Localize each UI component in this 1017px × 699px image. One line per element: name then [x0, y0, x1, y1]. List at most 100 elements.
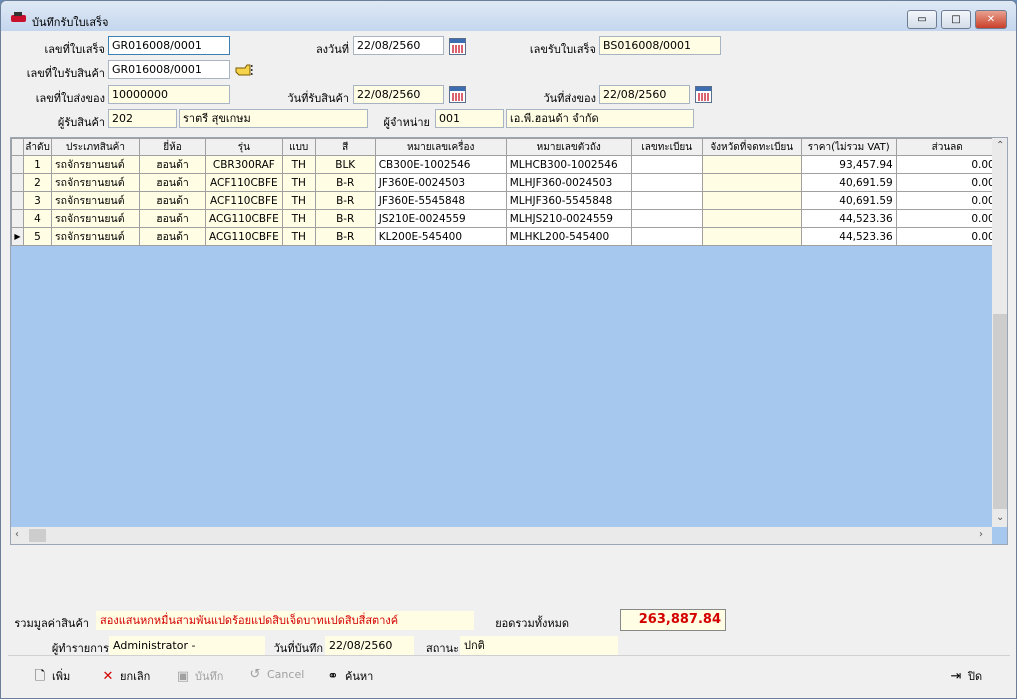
- cell-engine[interactable]: JS210E-0024559: [374, 209, 507, 228]
- calendar-icon[interactable]: [449, 38, 466, 55]
- cell-price[interactable]: 93,457.94: [800, 155, 897, 174]
- cell-type[interactable]: รถจักรยานยนต์: [51, 155, 140, 174]
- header-no[interactable]: ลำดับ: [23, 138, 52, 156]
- cell-plate[interactable]: [630, 227, 703, 246]
- cell-plate[interactable]: [630, 173, 703, 192]
- cell-model[interactable]: CBR300RAF: [205, 155, 283, 174]
- cell-province[interactable]: [701, 227, 802, 246]
- cell-style[interactable]: TH: [281, 209, 316, 228]
- cell-type[interactable]: รถจักรยานยนต์: [51, 191, 140, 210]
- goods-recv-no-field[interactable]: GR016008/0001: [108, 60, 230, 79]
- cell-plate[interactable]: [630, 155, 703, 174]
- cell-no[interactable]: 2: [23, 173, 52, 192]
- header-color[interactable]: สี: [314, 138, 376, 156]
- table-row[interactable]: 1 รถจักรยานยนต์ ฮอนด้า CBR300RAF TH BLK …: [11, 155, 999, 174]
- cancel-button[interactable]: ↺ Cancel: [247, 667, 305, 682]
- header-plate[interactable]: เลขทะเบียน: [630, 138, 703, 156]
- cell-province[interactable]: [701, 173, 802, 192]
- date-field[interactable]: 22/08/2560: [353, 36, 444, 55]
- cell-plate[interactable]: [630, 191, 703, 210]
- cell-chassis[interactable]: MLHJF360-5545848: [505, 191, 632, 210]
- cell-no[interactable]: 4: [23, 209, 52, 228]
- cell-brand[interactable]: ฮอนด้า: [139, 173, 206, 192]
- cell-discount[interactable]: 0.00: [895, 209, 999, 228]
- cell-brand[interactable]: ฮอนด้า: [139, 209, 206, 228]
- delivery-no-field[interactable]: 10000000: [108, 85, 230, 104]
- cell-price[interactable]: 44,523.36: [800, 209, 897, 228]
- cell-plate[interactable]: [630, 209, 703, 228]
- minimize-button[interactable]: ▭: [907, 10, 937, 29]
- add-button[interactable]: 🗋 เพิ่ม: [32, 667, 71, 689]
- header-discount[interactable]: ส่วนลด: [895, 138, 999, 156]
- save-button[interactable]: ▣ บันทึก: [175, 667, 224, 685]
- items-grid[interactable]: ลำดับ ประเภทสินค้า ยี่ห้อ รุ่น แบบ สี หม…: [10, 137, 1008, 545]
- close-window-button[interactable]: ✕: [975, 10, 1007, 29]
- cell-engine[interactable]: JF360E-0024503: [374, 173, 507, 192]
- cell-province[interactable]: [701, 191, 802, 210]
- cell-discount[interactable]: 0.00: [895, 155, 999, 174]
- cell-brand[interactable]: ฮอนด้า: [139, 155, 206, 174]
- header-engine[interactable]: หมายเลขเครื่อง: [374, 138, 507, 156]
- cell-discount[interactable]: 0.00: [895, 191, 999, 210]
- cell-style[interactable]: TH: [281, 155, 316, 174]
- maximize-button[interactable]: □: [941, 10, 971, 29]
- table-row[interactable]: 3 รถจักรยานยนต์ ฮอนด้า ACF110CBFE TH B-R…: [11, 191, 999, 210]
- cell-price[interactable]: 40,691.59: [800, 173, 897, 192]
- cell-chassis[interactable]: MLHKL200-545400: [505, 227, 632, 246]
- cell-discount[interactable]: 0.00: [895, 227, 999, 246]
- cell-type[interactable]: รถจักรยานยนต์: [51, 173, 140, 192]
- cell-no[interactable]: 5: [23, 227, 52, 246]
- cancel-document-button[interactable]: ✕ ยกเลิก: [100, 667, 151, 685]
- goods-recv-date-field[interactable]: 22/08/2560: [353, 85, 444, 104]
- delivery-date-field[interactable]: 22/08/2560: [599, 85, 690, 104]
- header-price[interactable]: ราคา(ไม่รวม VAT): [800, 138, 897, 156]
- cell-model[interactable]: ACG110CBFE: [205, 209, 283, 228]
- horizontal-scrollbar[interactable]: ‹ ›: [11, 527, 992, 544]
- pointing-hand-icon[interactable]: [235, 63, 253, 77]
- cell-brand[interactable]: ฮอนด้า: [139, 227, 206, 246]
- cell-chassis[interactable]: MLHJS210-0024559: [505, 209, 632, 228]
- cell-model[interactable]: ACF110CBFE: [205, 173, 283, 192]
- search-button[interactable]: ⚭ ค้นหา: [325, 667, 374, 685]
- cell-color[interactable]: BLK: [314, 155, 376, 174]
- header-chassis[interactable]: หมายเลขตัวถัง: [505, 138, 632, 156]
- cell-color[interactable]: B-R: [314, 173, 376, 192]
- cell-model[interactable]: ACG110CBFE: [205, 227, 283, 246]
- cell-type[interactable]: รถจักรยานยนต์: [51, 209, 140, 228]
- cell-color[interactable]: B-R: [314, 209, 376, 228]
- header-type[interactable]: ประเภทสินค้า: [51, 138, 140, 156]
- cell-engine[interactable]: CB300E-1002546: [374, 155, 507, 174]
- scroll-down-icon[interactable]: ⌄: [996, 512, 1004, 523]
- cell-no[interactable]: 1: [23, 155, 52, 174]
- table-row[interactable]: 2 รถจักรยานยนต์ ฮอนด้า ACF110CBFE TH B-R…: [11, 173, 999, 192]
- cell-brand[interactable]: ฮอนด้า: [139, 191, 206, 210]
- close-button[interactable]: ⇥ ปิด: [948, 667, 983, 685]
- vertical-scroll-thumb[interactable]: [993, 314, 1007, 509]
- dealer-code-field[interactable]: 001: [435, 109, 504, 128]
- cell-type[interactable]: รถจักรยานยนต์: [51, 227, 140, 246]
- header-brand[interactable]: ยี่ห้อ: [139, 138, 206, 156]
- header-province[interactable]: จังหวัดที่จดทะเบียน: [701, 138, 802, 156]
- receipt-no-field[interactable]: GR016008/0001: [108, 36, 230, 55]
- cell-color[interactable]: B-R: [314, 227, 376, 246]
- cell-no[interactable]: 3: [23, 191, 52, 210]
- scroll-right-icon[interactable]: ›: [979, 529, 983, 540]
- cell-chassis[interactable]: MLHJF360-0024503: [505, 173, 632, 192]
- horizontal-scroll-thumb[interactable]: [29, 529, 46, 542]
- cell-style[interactable]: TH: [281, 191, 316, 210]
- table-row[interactable]: ▶ 5 รถจักรยานยนต์ ฮอนด้า ACG110CBFE TH B…: [11, 227, 999, 246]
- cell-chassis[interactable]: MLHCB300-1002546: [505, 155, 632, 174]
- cell-discount[interactable]: 0.00: [895, 173, 999, 192]
- receiver-code-field[interactable]: 202: [108, 109, 177, 128]
- cell-model[interactable]: ACF110CBFE: [205, 191, 283, 210]
- cell-engine[interactable]: KL200E-545400: [374, 227, 507, 246]
- table-row[interactable]: 4 รถจักรยานยนต์ ฮอนด้า ACG110CBFE TH B-R…: [11, 209, 999, 228]
- cell-province[interactable]: [701, 209, 802, 228]
- scroll-left-icon[interactable]: ‹: [15, 529, 19, 540]
- cell-style[interactable]: TH: [281, 173, 316, 192]
- cell-province[interactable]: [701, 155, 802, 174]
- header-model[interactable]: รุ่น: [205, 138, 283, 156]
- cell-price[interactable]: 44,523.36: [800, 227, 897, 246]
- scroll-up-icon[interactable]: ⌃: [996, 140, 1004, 151]
- cell-price[interactable]: 40,691.59: [800, 191, 897, 210]
